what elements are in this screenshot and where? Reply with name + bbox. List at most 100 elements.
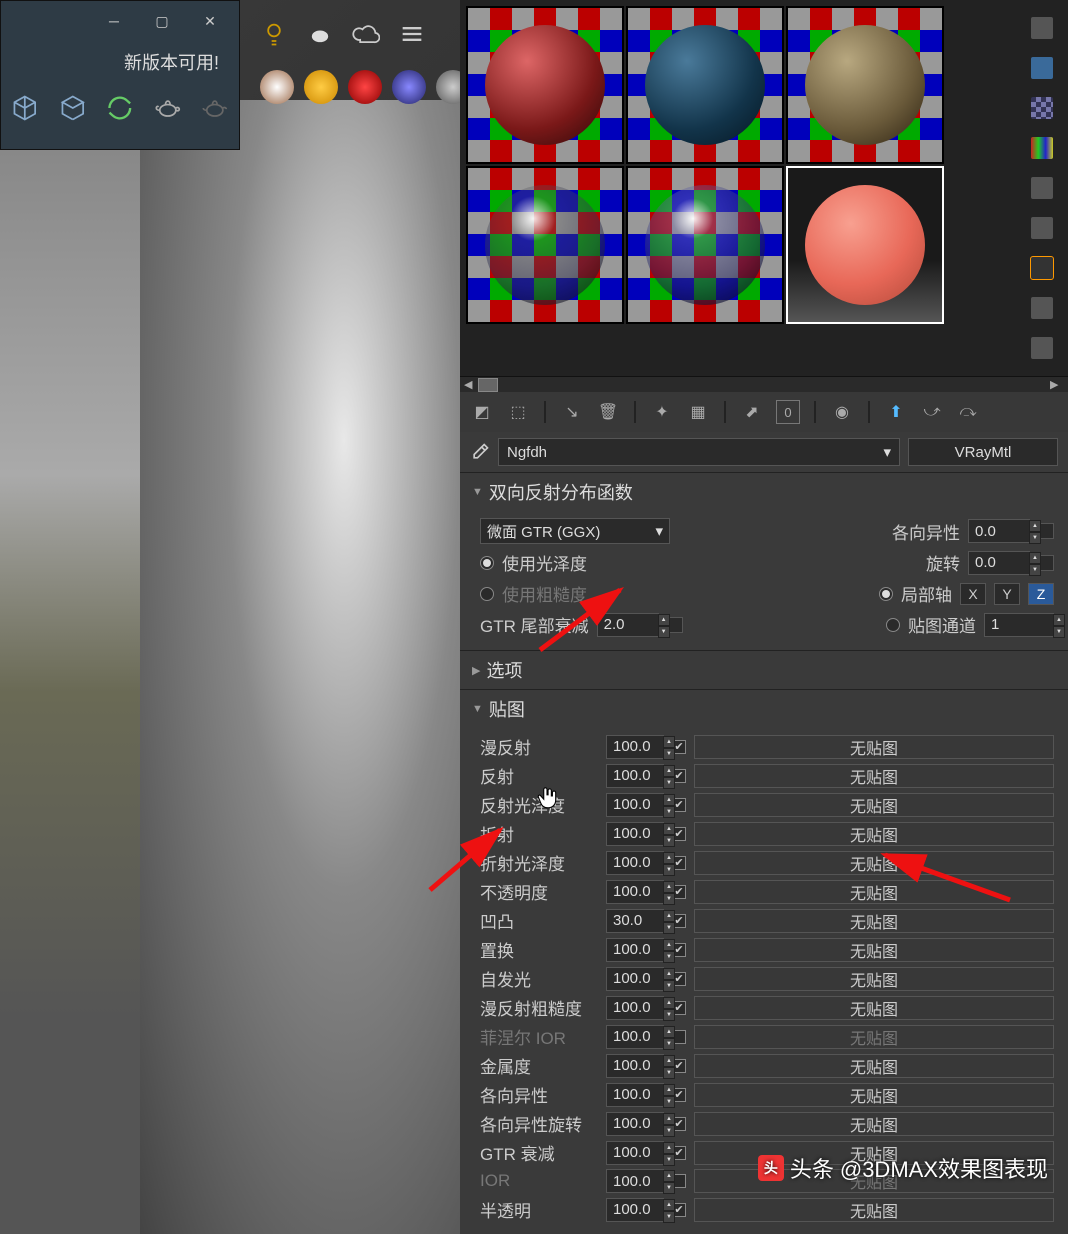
put-to-scene-icon[interactable]: ⬚: [506, 400, 530, 424]
material-slot-3[interactable]: [786, 6, 944, 164]
map-amount-spinner[interactable]: 100.0▲▼: [606, 1083, 664, 1107]
sample-type-icon[interactable]: [1030, 16, 1054, 40]
map-amount-spinner[interactable]: 100.0▲▼: [606, 764, 664, 788]
map-amount-spinner[interactable]: 30.0▲▼: [606, 909, 664, 933]
blue-tool-icon[interactable]: [392, 70, 426, 104]
cloud-icon[interactable]: [352, 20, 380, 48]
delete-icon[interactable]: 🗑: [596, 400, 620, 424]
map-slot-button[interactable]: 无贴图: [694, 967, 1054, 991]
pick-icon[interactable]: ⬈: [740, 400, 764, 424]
coffee-icon[interactable]: [260, 70, 294, 104]
map-channel-radio[interactable]: [886, 618, 900, 632]
material-slot-5[interactable]: [626, 166, 784, 324]
map-slot-button[interactable]: 无贴图: [694, 1025, 1054, 1049]
brdf-header[interactable]: ▼ 双向反射分布函数: [460, 473, 1068, 511]
assign-icon[interactable]: ↘: [560, 400, 584, 424]
cube-icon[interactable]: [11, 93, 39, 123]
minimize-icon[interactable]: ─: [105, 12, 123, 30]
map-slot-button[interactable]: 无贴图: [694, 735, 1054, 759]
teapot-white-icon[interactable]: [306, 20, 334, 48]
local-axis-radio[interactable]: [879, 587, 893, 601]
lightbulb-icon[interactable]: [260, 20, 288, 48]
teapot-outline-icon[interactable]: [201, 93, 229, 123]
map-slot-button[interactable]: 无贴图: [694, 822, 1054, 846]
material-type-button[interactable]: VRayMtl: [908, 438, 1058, 466]
map-slot-button[interactable]: 无贴图: [694, 1198, 1054, 1222]
map-slot-button[interactable]: 无贴图: [694, 1083, 1054, 1107]
map-channel-spinner[interactable]: 1▲▼: [984, 613, 1054, 637]
close-icon[interactable]: ✕: [201, 12, 219, 30]
map-amount-spinner[interactable]: 100.0▲▼: [606, 735, 664, 759]
red-tool-icon[interactable]: [348, 70, 382, 104]
use-rough-radio[interactable]: [480, 587, 494, 601]
video-check-icon[interactable]: [1030, 176, 1054, 200]
show-map-icon[interactable]: ◉: [830, 400, 854, 424]
lamp-icon[interactable]: [304, 70, 338, 104]
make-unique-icon[interactable]: ✦: [650, 400, 674, 424]
brdf-model-dropdown[interactable]: 微面 GTR (GGX)▾: [480, 518, 670, 544]
map-slot-button[interactable]: 无贴图: [694, 851, 1054, 875]
map-amount-spinner[interactable]: 100.0▲▼: [606, 1054, 664, 1078]
map-amount-spinner[interactable]: 100.0▲▼: [606, 967, 664, 991]
map-amount-spinner[interactable]: 100.0▲▼: [606, 938, 664, 962]
material-slot-1[interactable]: [466, 6, 624, 164]
uv-tile-icon[interactable]: [1030, 136, 1054, 160]
maps-header[interactable]: ▼ 贴图: [460, 690, 1068, 728]
settings-icon[interactable]: [1030, 336, 1054, 360]
axis-x-button[interactable]: X: [960, 583, 986, 605]
slot-scrollbar[interactable]: ◀ ▶: [460, 377, 1068, 392]
put-to-library-icon[interactable]: ▦: [686, 400, 710, 424]
map-slot-button[interactable]: 无贴图: [694, 909, 1054, 933]
maximize-icon[interactable]: ▢: [153, 12, 171, 30]
material-slot-6[interactable]: [786, 166, 944, 324]
rotation-spinner[interactable]: 0.0▲▼: [968, 551, 1030, 575]
map-amount-spinner[interactable]: 100.0▲▼: [606, 851, 664, 875]
axis-z-button[interactable]: Z: [1028, 583, 1054, 605]
go-parent-icon[interactable]: ⬆: [884, 400, 908, 424]
map-slot-button[interactable]: 无贴图: [694, 764, 1054, 788]
backlight-icon[interactable]: [1030, 56, 1054, 80]
background-icon[interactable]: [1030, 96, 1054, 120]
map-slot-button[interactable]: 无贴图: [694, 880, 1054, 904]
select-by-material-icon[interactable]: [1030, 296, 1054, 320]
map-amount-spinner[interactable]: 100.0▲▼: [606, 822, 664, 846]
preview-icon[interactable]: [1030, 216, 1054, 240]
use-gloss-radio[interactable]: [480, 556, 494, 570]
map-amount-spinner[interactable]: 100.0▲▼: [606, 1198, 664, 1222]
refresh-icon[interactable]: [106, 93, 134, 123]
material-slot-4[interactable]: [466, 166, 624, 324]
gtr-tail-spinner[interactable]: 2.0▲▼: [597, 613, 659, 637]
eyedropper-icon[interactable]: [470, 442, 490, 462]
map-amount-spinner[interactable]: 100.0▲▼: [606, 1169, 664, 1193]
map-slot-button[interactable]: 无贴图: [694, 1054, 1054, 1078]
go-sibling-icon[interactable]: ⤼: [956, 400, 980, 424]
go-forward-icon[interactable]: ⤻: [920, 400, 944, 424]
map-amount-spinner[interactable]: 100.0▲▼: [606, 996, 664, 1020]
anisotropy-spinner[interactable]: 0.0▲▼: [968, 519, 1030, 543]
map-amount-spinner[interactable]: 100.0▲▼: [606, 1141, 664, 1165]
map-slot-button[interactable]: 无贴图: [694, 996, 1054, 1020]
get-material-icon[interactable]: ◩: [470, 400, 494, 424]
scroll-left-icon[interactable]: ◀: [464, 378, 478, 392]
map-amount-spinner[interactable]: 100.0▲▼: [606, 880, 664, 904]
axis-y-button[interactable]: Y: [994, 583, 1020, 605]
material-name-dropdown[interactable]: Ngfdh ▾: [498, 438, 900, 466]
map-slot-button[interactable]: 无贴图: [694, 938, 1054, 962]
box-icon[interactable]: [59, 93, 87, 123]
map-amount-spinner[interactable]: 100.0▲▼: [606, 1112, 664, 1136]
id-0-icon[interactable]: 0: [776, 400, 800, 424]
material-slot-2[interactable]: [626, 6, 784, 164]
scroll-right-icon[interactable]: ▶: [1050, 378, 1064, 392]
map-amount-spinner[interactable]: 100.0▲▼: [606, 1025, 664, 1049]
menu-icon[interactable]: [398, 20, 426, 48]
viewport-render[interactable]: [140, 100, 480, 1234]
map-slot-button[interactable]: 无贴图: [694, 1112, 1054, 1136]
options-header[interactable]: ▶ 选项: [460, 651, 1068, 689]
teapot-icon[interactable]: [154, 93, 182, 123]
map-slot-button[interactable]: 无贴图: [694, 793, 1054, 817]
update-window-titlebar[interactable]: ─ ▢ ✕: [1, 1, 239, 41]
map-amount-spinner[interactable]: 100.0▲▼: [606, 793, 664, 817]
options-icon[interactable]: [1030, 256, 1054, 280]
dropdown-arrow-icon: ▾: [655, 522, 663, 540]
scroll-thumb[interactable]: [478, 378, 498, 392]
